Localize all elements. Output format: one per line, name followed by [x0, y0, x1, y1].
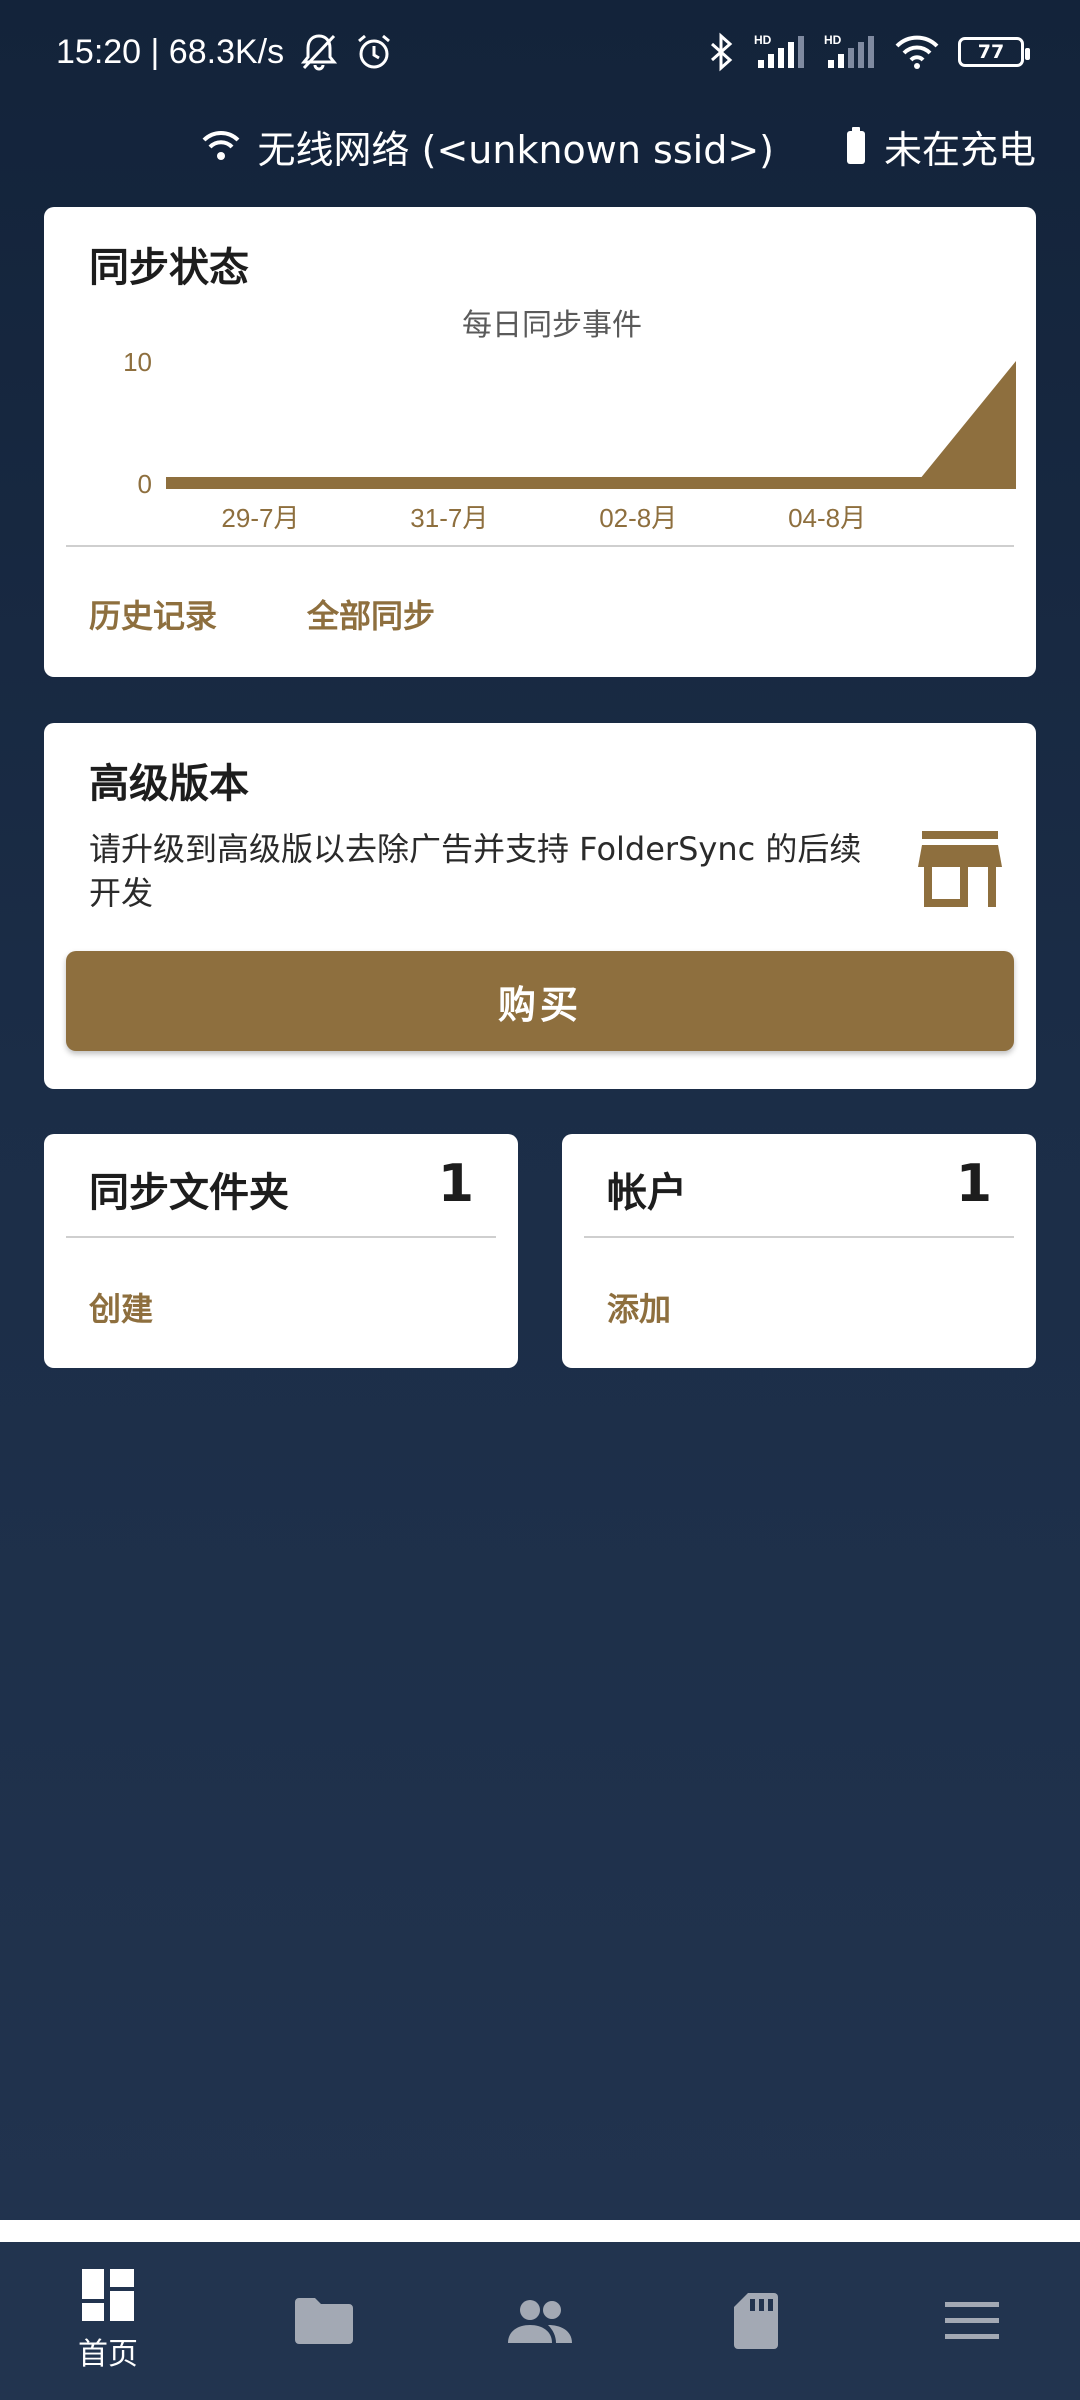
- accounts-card: 帐户 1 添加: [562, 1134, 1036, 1368]
- x-tick-label: 04-8月: [788, 503, 866, 533]
- sync-folders-card: 同步文件夹 1 创建: [44, 1134, 518, 1368]
- x-tick-label: 02-8月: [599, 503, 677, 533]
- create-folder-button[interactable]: 创建: [89, 1284, 153, 1330]
- store-icon: [918, 831, 1002, 913]
- sd-card-icon: [734, 2293, 778, 2349]
- bell-off-icon: [298, 32, 340, 72]
- sync-card-actions: 历史记录 全部同步: [89, 591, 435, 637]
- sync-card-divider: [66, 545, 1014, 547]
- nav-storage[interactable]: [648, 2242, 864, 2400]
- sync-folders-title: 同步文件夹: [89, 1170, 289, 1216]
- charging-status-label: 未在充电: [883, 127, 1036, 172]
- daily-sync-events-chart: 每日同步事件 0 10 29-7月 31-7月 02-8月 04-8月: [123, 309, 1016, 533]
- history-button[interactable]: 历史记录: [89, 591, 217, 637]
- status-left: 15:20 | 68.3K/s: [56, 32, 394, 72]
- sync-all-button[interactable]: 全部同步: [307, 591, 435, 637]
- y-tick-label: 10: [123, 347, 152, 377]
- alarm-icon: [354, 32, 394, 72]
- connection-status-row: 无线网络 (<unknown ssid>) 未在充电: [202, 118, 1036, 174]
- add-account-button[interactable]: 添加: [607, 1284, 671, 1330]
- premium-title: 高级版本: [89, 761, 249, 807]
- svg-text:HD: HD: [824, 33, 842, 47]
- chart-title: 每日同步事件: [462, 309, 642, 342]
- signal-hd-icon: HD: [824, 32, 876, 72]
- wifi-icon: [894, 32, 940, 72]
- nav-accounts[interactable]: [432, 2242, 648, 2400]
- nav-home-label: 首页: [78, 2337, 138, 2372]
- x-tick-label: 29-7月: [221, 503, 299, 533]
- sync-status-card: 同步状态 每日同步事件 0 10 29-7月 31-7月 02-8月 04-8月 历史记…: [44, 207, 1036, 677]
- status-right: HD HD 77: [706, 32, 1030, 72]
- signal-hd-icon: HD: [754, 32, 806, 72]
- sync-folders-count: 1: [437, 1154, 474, 1214]
- status-bar: 15:20 | 68.3K/s HD HD 77: [0, 0, 1080, 104]
- svg-text:HD: HD: [754, 33, 772, 47]
- nav-menu[interactable]: [864, 2242, 1080, 2400]
- sync-events-area: [166, 361, 1016, 489]
- ad-banner-strip: [0, 2220, 1080, 2242]
- people-icon: [508, 2299, 572, 2343]
- folder-icon: [295, 2298, 353, 2344]
- wifi-icon: [202, 129, 240, 163]
- buy-button[interactable]: 购买: [66, 951, 1014, 1051]
- time-and-speed: 15:20 | 68.3K/s: [56, 32, 285, 71]
- accounts-card-divider: [584, 1236, 1014, 1238]
- bluetooth-icon: [706, 32, 736, 72]
- folders-card-divider: [66, 1236, 496, 1238]
- battery-icon: [846, 127, 866, 165]
- premium-description: 请升级到高级版以去除广告并支持 FolderSync 的后续开发: [89, 830, 862, 912]
- sync-status-title: 同步状态: [89, 245, 249, 291]
- accounts-count: 1: [955, 1154, 992, 1214]
- battery-icon: 77: [958, 37, 1030, 67]
- premium-card: 高级版本 请升级到高级版以去除广告并支持 FolderSync 的后续开发 购买: [44, 723, 1036, 1089]
- nav-folders[interactable]: [216, 2242, 432, 2400]
- y-tick-label: 0: [138, 469, 152, 499]
- accounts-title: 帐户: [607, 1170, 687, 1216]
- menu-icon: [945, 2302, 999, 2340]
- x-tick-label: 31-7月: [410, 503, 488, 533]
- bottom-navigation: 首页: [0, 2242, 1080, 2400]
- wifi-network-label: 无线网络 (<unknown ssid>): [257, 127, 774, 172]
- dashboard-icon: [82, 2269, 134, 2321]
- nav-home[interactable]: 首页: [0, 2242, 216, 2400]
